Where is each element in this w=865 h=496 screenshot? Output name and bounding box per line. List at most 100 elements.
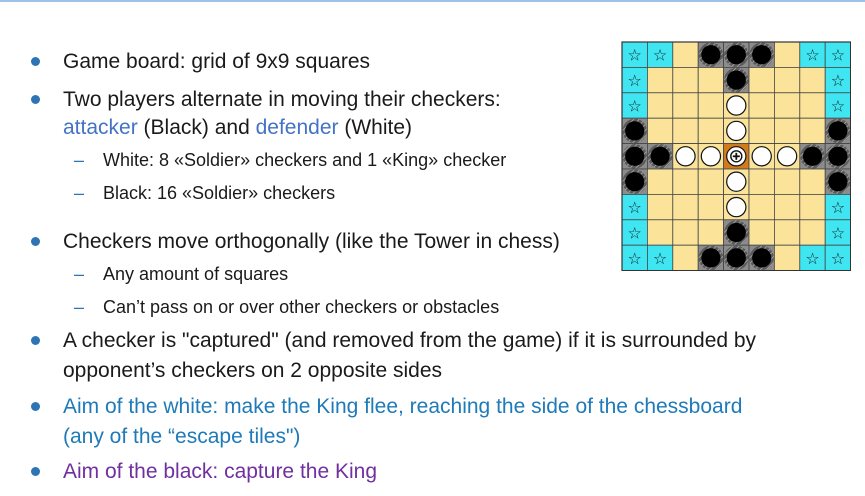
board-tile	[672, 41, 699, 68]
board-tile	[672, 66, 699, 94]
black-checker	[828, 172, 848, 192]
black-checker	[802, 146, 823, 166]
board-tile	[748, 219, 775, 246]
bullet-aim-white-line2: (any of the “escape tiles")	[63, 425, 301, 448]
board-tile	[646, 66, 674, 94]
board-tile	[697, 193, 724, 221]
board-tile	[773, 193, 801, 221]
star-icon: ☆	[831, 97, 845, 116]
white-checker	[726, 171, 747, 192]
board-tile	[697, 92, 724, 119]
board-tile	[748, 66, 775, 94]
board-tile	[748, 193, 775, 221]
slide-top-rule	[0, 0, 865, 2]
board-tile	[799, 66, 826, 94]
sub-black-pieces: Black: 16 «Soldier» checkers	[103, 183, 336, 203]
board-tile	[672, 92, 699, 119]
bullet-dot	[31, 467, 40, 476]
board-tile	[799, 117, 826, 144]
black-checker	[726, 45, 746, 65]
board-tile	[773, 117, 801, 144]
bullet-dot	[31, 336, 40, 345]
sub-dash: –	[74, 183, 85, 203]
board-tile	[646, 219, 674, 246]
board-tile	[672, 168, 699, 195]
board-tile	[773, 168, 801, 195]
star-icon: ☆	[831, 46, 845, 65]
board-tile	[773, 41, 801, 68]
star-icon: ☆	[628, 97, 642, 116]
bullet-players-roles: attacker (Black) and defender (White)	[63, 113, 412, 143]
white-checker	[675, 146, 696, 167]
star-icon: ☆	[628, 249, 642, 268]
board-tile	[672, 244, 699, 271]
board-tile	[672, 219, 699, 246]
white-checker	[726, 120, 747, 142]
star-icon: ☆	[628, 71, 642, 90]
defender-label: defender	[255, 116, 339, 139]
black-checker	[828, 121, 848, 141]
board-tile	[697, 219, 724, 246]
board-tile	[748, 168, 775, 195]
star-icon: ☆	[653, 249, 667, 268]
white-checker	[726, 196, 747, 218]
star-icon: ☆	[831, 224, 845, 243]
sub-dash: –	[74, 150, 85, 170]
star-icon: ☆	[805, 46, 819, 65]
star-icon: ☆	[628, 198, 642, 217]
bullet-dot	[31, 237, 40, 246]
board-tile	[799, 219, 826, 246]
board-tile	[773, 66, 801, 94]
board-tile	[799, 193, 826, 221]
bullet-board-size: Game board: grid of 9x9 squares	[63, 50, 371, 73]
bullet-dot	[31, 57, 40, 66]
sub-any-squares: Any amount of squares	[103, 264, 289, 284]
bullet-movement: Checkers move orthogonally (like the Tow…	[63, 230, 560, 253]
white-checker	[700, 146, 722, 167]
board-tile	[773, 92, 801, 119]
bullet-players: Two players alternate in moving their ch…	[63, 88, 501, 111]
white-checker	[726, 95, 747, 116]
black-checker	[625, 146, 645, 166]
board-tile	[646, 168, 674, 195]
bullet-capture-line2: opponent’s checkers on 2 opposite sides	[63, 359, 443, 382]
sub-white-pieces: White: 8 «Soldier» checkers and 1 «King»…	[103, 150, 507, 170]
black-checker	[625, 121, 645, 141]
bullet-dot	[31, 95, 40, 104]
star-icon: ☆	[628, 224, 642, 243]
black-checker	[650, 146, 670, 166]
board-tile	[748, 117, 775, 144]
bullet-aim-black: Aim of the black: capture the King	[63, 460, 378, 483]
black-checker	[701, 248, 721, 268]
star-icon: ☆	[805, 249, 819, 268]
board-tile	[646, 117, 674, 144]
white-checker	[776, 146, 798, 167]
black-checker	[752, 248, 772, 268]
board-tile	[672, 117, 699, 144]
board-tile	[799, 168, 826, 195]
sub-dash: –	[74, 264, 85, 284]
white-checker	[751, 146, 772, 167]
black-checker	[726, 70, 746, 90]
board-tile	[672, 193, 699, 221]
attacker-label: attacker	[63, 116, 138, 139]
black-label: (Black) and	[137, 116, 256, 139]
star-icon: ☆	[831, 71, 845, 90]
star-icon: ☆	[653, 46, 667, 65]
bullet-dot	[31, 402, 40, 411]
board-tile	[697, 168, 724, 195]
board-tile	[799, 92, 826, 119]
bullet-capture-line1: A checker is "captured" (and removed fro…	[63, 329, 757, 352]
board-tile	[697, 66, 724, 94]
board-tile	[773, 219, 801, 246]
black-checker	[828, 146, 848, 166]
white-label: (White)	[338, 116, 412, 139]
black-checker	[701, 45, 721, 65]
sub-dash: –	[74, 297, 85, 317]
star-icon: ☆	[831, 249, 845, 268]
sub-no-passing: Can’t pass on or over other checkers or …	[103, 297, 500, 317]
game-board: ☆ ☆ ☆ ☆ ☆ ☆ ☆ ☆ ☆ ☆ ☆ ☆ ☆ ☆ ☆ ☆	[621, 41, 851, 271]
black-checker	[726, 222, 746, 243]
black-checker	[625, 172, 645, 192]
star-icon: ☆	[628, 46, 642, 65]
